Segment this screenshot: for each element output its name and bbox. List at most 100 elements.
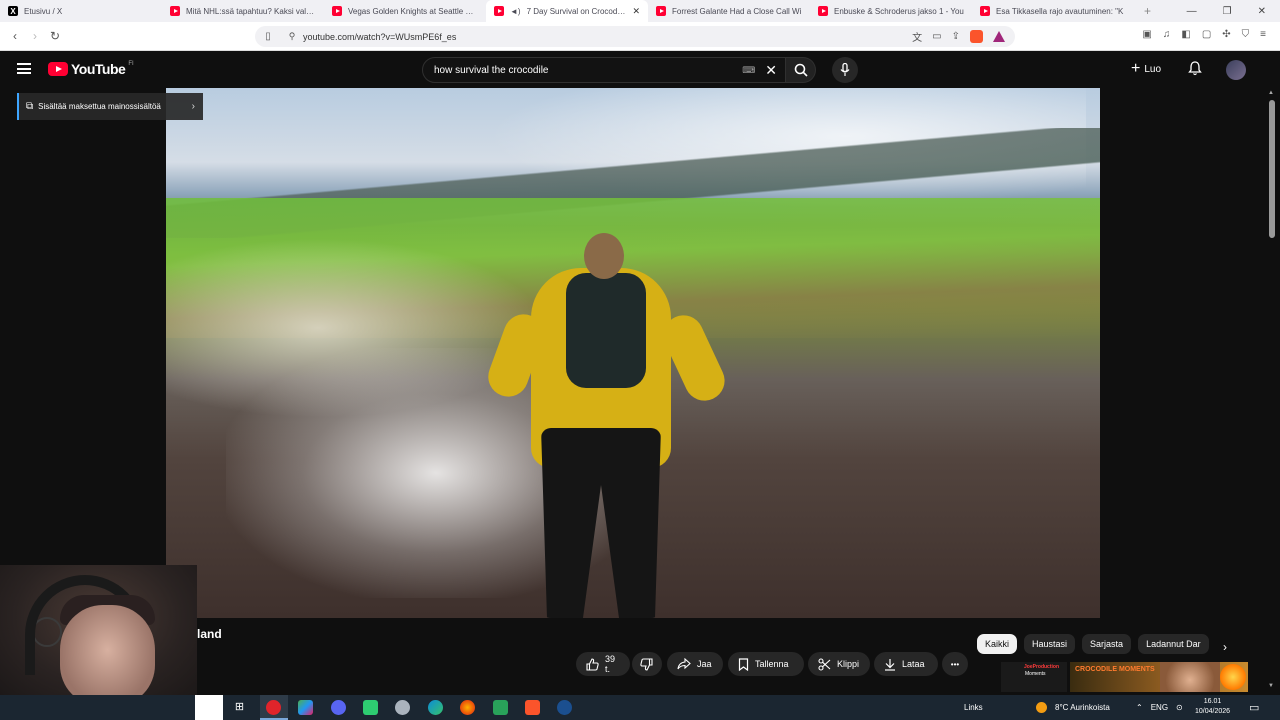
forward-icon[interactable]: › (25, 29, 45, 43)
media-icon[interactable]: ♫ (1163, 29, 1171, 40)
browser-tab[interactable]: Forrest Galante Had a Close Call Wi (648, 0, 810, 22)
steam-icon[interactable] (557, 700, 572, 715)
system-clock[interactable]: 16.01 10/04/2026 (1195, 697, 1230, 717)
brave-rewards-icon[interactable] (993, 31, 1005, 42)
voice-search-button[interactable] (832, 57, 858, 83)
taskbar-links[interactable]: Links (964, 695, 983, 720)
language-indicator[interactable]: ENG (1151, 703, 1168, 712)
paid-promotion-badge[interactable]: ⧉ Sisältää maksettua mainossisältöä › (17, 93, 203, 120)
browser-tab[interactable]: Esa Tikkasella rajo avautuminen: "K (972, 0, 1134, 22)
avatar[interactable] (1226, 60, 1246, 80)
browser-tab[interactable]: Enbuske & Schroderus jakso 1 - You (810, 0, 972, 22)
like-count: 39 t. (605, 654, 616, 674)
thumbnail-face (1160, 662, 1220, 692)
thumbnail-text: CROCODILE MOMENTS (1075, 666, 1155, 673)
recommended-thumbnail[interactable]: JoeProduction Moments (1001, 662, 1067, 692)
weather-widget[interactable]: 8°C Aurinkoista (1036, 695, 1110, 720)
browser-tab[interactable]: Vegas Golden Knights at Seattle Krak (324, 0, 486, 22)
chip-uploader[interactable]: Ladannut Dar (1138, 634, 1209, 654)
tab-title: Forrest Galante Had a Close Call Wi (672, 6, 802, 16)
wallet-icon[interactable]: ▢ (1202, 29, 1211, 40)
cast-icon[interactable]: ▭ (932, 31, 941, 42)
tab-title: Esa Tikkasella rajo avautuminen: "K (996, 6, 1124, 16)
chevron-up-icon[interactable]: ⌃ (1136, 703, 1143, 712)
notifications-icon[interactable]: ▭ (1249, 695, 1259, 720)
webcam-overlay (0, 565, 197, 695)
close-tab-icon[interactable]: ✕ (632, 6, 640, 17)
share-icon[interactable]: ⇪ (952, 31, 960, 42)
chip-all[interactable]: Kaikki (977, 634, 1018, 654)
opera-icon[interactable] (266, 700, 281, 715)
task-view-icon[interactable]: ⊞ (232, 700, 247, 715)
url-text[interactable]: youtube.com/watch?v=WUsmPE6f_es (303, 32, 912, 42)
app-icon[interactable] (298, 700, 313, 715)
chevron-right-icon[interactable]: › (1223, 640, 1227, 654)
video-player[interactable] (166, 88, 1100, 618)
brave-shield-icon[interactable] (970, 30, 983, 43)
scroll-down-arrow[interactable]: ▼ (1268, 683, 1274, 689)
browser-tab[interactable]: X Etusivu / X (0, 0, 162, 22)
more-actions-button[interactable]: ••• (942, 652, 968, 676)
microphone-icon (840, 63, 850, 76)
share-button[interactable]: Jaa (667, 652, 723, 676)
youtube-icon (656, 6, 666, 16)
taskbar-search-box[interactable] (195, 695, 223, 720)
edge-icon[interactable] (428, 700, 443, 715)
search-query[interactable]: how survival the crocodile (434, 65, 742, 76)
site-info-icon[interactable]: ⚲ (281, 31, 303, 42)
download-button[interactable]: Lataa (874, 652, 938, 676)
scrollbar-thumb[interactable] (1269, 100, 1275, 238)
translate-icon[interactable]: 文 (912, 29, 922, 44)
address-bar[interactable]: ▯ ⚲ youtube.com/watch?v=WUsmPE6f_es 文 ▭ … (255, 26, 1015, 47)
panel-icon[interactable]: ◧ (1181, 29, 1190, 40)
bell-icon (1188, 61, 1202, 76)
notifications-button[interactable] (1188, 61, 1202, 81)
brave-icon[interactable] (525, 700, 540, 715)
thumbnail-fire (1220, 664, 1246, 690)
discord-icon[interactable] (331, 700, 346, 715)
chip-series[interactable]: Sarjasta (1082, 634, 1132, 654)
clip-button[interactable]: Klippi (808, 652, 870, 676)
save-button[interactable]: Tallenna (728, 652, 804, 676)
search-button[interactable] (786, 57, 816, 83)
scroll-up-arrow[interactable]: ▲ (1268, 90, 1274, 96)
video-frame-detail (584, 233, 624, 279)
new-tab-button[interactable]: + (1134, 4, 1161, 18)
app-icon[interactable] (395, 700, 410, 715)
back-icon[interactable]: ‹ (5, 29, 25, 43)
sidebar-toggle-icon[interactable]: ▣ (1142, 29, 1151, 40)
app-icon[interactable] (493, 700, 508, 715)
menu-icon[interactable]: ≡ (1260, 29, 1266, 40)
app-icon[interactable] (363, 700, 378, 715)
thumbs-up-icon (586, 657, 599, 671)
minimize-icon[interactable]: — (1187, 6, 1197, 17)
clear-search-icon[interactable]: ✕ (765, 62, 777, 79)
hamburger-menu-icon[interactable] (17, 63, 31, 74)
scissors-icon (818, 657, 831, 671)
browser-toolbar: ‹ › ↻ ▯ ⚲ youtube.com/watch?v=WUsmPE6f_e… (0, 22, 1280, 51)
like-button[interactable]: 39 t. (576, 652, 630, 676)
streamer-face (60, 605, 155, 695)
speaker-icon[interactable]: ◄) (510, 7, 521, 16)
extensions-icon[interactable]: ✣ (1222, 29, 1230, 40)
youtube-logo[interactable]: YouTube FI (48, 61, 134, 77)
dislike-button[interactable] (632, 652, 662, 676)
links-label: Links (964, 703, 983, 712)
recommended-thumbnail[interactable]: CROCODILE MOMENTS (1070, 662, 1248, 692)
restore-icon[interactable]: ❐ (1223, 6, 1232, 17)
create-button[interactable]: + Luo (1131, 61, 1161, 77)
search-input[interactable]: how survival the crocodile ⌨ ✕ (422, 57, 786, 83)
vpn-icon[interactable]: ⛉ (1242, 29, 1250, 40)
browser-tab-active[interactable]: ◄) 7 Day Survival on Crocodile I ✕ (486, 0, 648, 22)
firefox-icon[interactable] (460, 700, 475, 715)
video-title: land (197, 627, 222, 641)
network-icon[interactable]: ⊙ (1176, 703, 1183, 712)
chip-search[interactable]: Haustasi (1024, 634, 1076, 654)
reload-icon[interactable]: ↻ (45, 29, 65, 43)
keyboard-icon[interactable]: ⌨ (742, 65, 755, 76)
close-window-icon[interactable]: ✕ (1258, 6, 1266, 17)
youtube-icon (170, 6, 180, 16)
bookmark-icon[interactable]: ▯ (255, 31, 281, 42)
browser-tab[interactable]: Mitä NHL:ssä tapahtuu? Kaksi valme (162, 0, 324, 22)
search-icon (794, 63, 808, 77)
